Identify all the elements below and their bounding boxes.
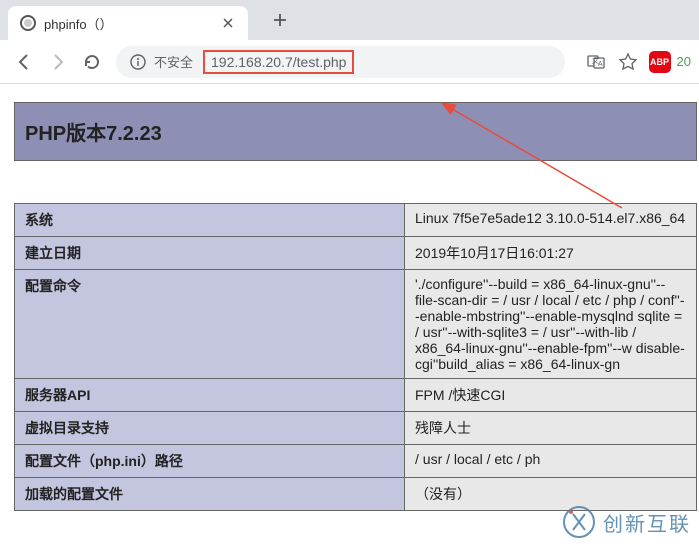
row-key: 配置文件（php.ini）路径 (15, 445, 405, 478)
security-label: 不安全 (154, 52, 193, 71)
reload-button[interactable] (76, 46, 108, 78)
watermark-text: 创新互联 (603, 508, 691, 537)
php-header: PHP版本7.2.23 (14, 102, 697, 161)
info-icon (130, 54, 146, 70)
row-key: 虚拟目录支持 (15, 412, 405, 445)
tab-bar: phpinfo（） (0, 0, 699, 40)
row-value: 残障人士 (405, 412, 697, 445)
back-button[interactable] (8, 46, 40, 78)
star-icon[interactable] (617, 51, 639, 73)
address-bar[interactable]: 不安全 192.168.20.7/test.php (116, 46, 565, 78)
page-content: PHP版本7.2.23 系统Linux 7f5e7e5ade12 3.10.0-… (0, 84, 699, 511)
browser-toolbar: 不安全 192.168.20.7/test.php 文A ABP 20 (0, 40, 699, 84)
table-row: 配置命令'./configure''--build = x86_64-linux… (15, 270, 697, 379)
row-value: './configure''--build = x86_64-linux-gnu… (405, 270, 697, 379)
watermark: 创新互联 (561, 504, 691, 540)
new-tab-button[interactable] (268, 8, 292, 32)
abp-extension-icon[interactable]: ABP (649, 51, 671, 73)
table-row: 系统Linux 7f5e7e5ade12 3.10.0-514.el7.x86_… (15, 204, 697, 237)
php-version-title: PHP版本7.2.23 (25, 117, 686, 146)
table-row: 服务器APIFPM /快速CGI (15, 379, 697, 412)
table-row: 虚拟目录支持残障人士 (15, 412, 697, 445)
row-key: 加载的配置文件 (15, 478, 405, 511)
row-value: Linux 7f5e7e5ade12 3.10.0-514.el7.x86_64 (405, 204, 697, 237)
row-key: 服务器API (15, 379, 405, 412)
watermark-logo-icon (561, 504, 597, 540)
translate-icon[interactable]: 文A (585, 51, 607, 73)
table-row: 建立日期2019年10月17日16:01:27 (15, 237, 697, 270)
row-value: / usr / local / etc / ph (405, 445, 697, 478)
phpinfo-table: 系统Linux 7f5e7e5ade12 3.10.0-514.el7.x86_… (14, 203, 697, 511)
row-key: 建立日期 (15, 237, 405, 270)
extension-count: 20 (677, 54, 691, 69)
browser-tab[interactable]: phpinfo（） (8, 6, 248, 40)
tab-title: phpinfo（） (44, 14, 220, 33)
forward-button[interactable] (42, 46, 74, 78)
url-text: 192.168.20.7/test.php (203, 50, 354, 74)
table-row: 配置文件（php.ini）路径/ usr / local / etc / ph (15, 445, 697, 478)
row-value: FPM /快速CGI (405, 379, 697, 412)
php-favicon-icon (20, 15, 36, 31)
svg-text:A: A (598, 61, 603, 68)
row-key: 系统 (15, 204, 405, 237)
row-value: 2019年10月17日16:01:27 (405, 237, 697, 270)
close-icon[interactable] (220, 15, 236, 31)
row-key: 配置命令 (15, 270, 405, 379)
